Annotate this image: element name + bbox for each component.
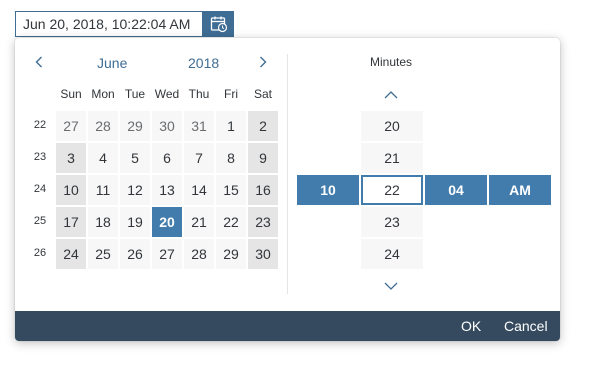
calendar-day[interactable]: 10 bbox=[56, 175, 86, 205]
calendar-day[interactable]: 30 bbox=[248, 239, 278, 269]
minute-option[interactable]: 20 bbox=[361, 111, 423, 141]
calendar-day[interactable]: 21 bbox=[184, 207, 214, 237]
day-name: Fri bbox=[224, 87, 238, 101]
calendar-day[interactable]: 2 bbox=[248, 111, 278, 141]
minutes-label: Minutes bbox=[369, 55, 413, 69]
calendar-day[interactable]: 16 bbox=[248, 175, 278, 205]
minutes-up-button[interactable] bbox=[381, 88, 401, 102]
calendar-day[interactable]: 19 bbox=[120, 207, 150, 237]
calendar-button[interactable] bbox=[203, 11, 234, 37]
calendar-day[interactable]: 29 bbox=[120, 111, 150, 141]
calendar-day[interactable]: 27 bbox=[56, 111, 86, 141]
minute-selected[interactable]: 22 bbox=[361, 175, 423, 205]
calendar-day[interactable]: 23 bbox=[248, 207, 278, 237]
week-number: 23 bbox=[33, 151, 47, 163]
calendar-day[interactable]: 20 bbox=[152, 207, 182, 237]
ampm-value[interactable]: AM bbox=[489, 175, 551, 205]
minute-option[interactable]: 23 bbox=[361, 207, 423, 237]
week-number: 26 bbox=[33, 247, 47, 259]
ok-button[interactable]: OK bbox=[461, 311, 481, 341]
calendar-day[interactable]: 9 bbox=[248, 143, 278, 173]
datetime-field[interactable]: Jun 20, 2018, 10:22:04 AM bbox=[15, 11, 203, 37]
year-button[interactable]: 2018 bbox=[188, 55, 219, 71]
day-name: Sat bbox=[253, 87, 272, 101]
divider bbox=[287, 54, 288, 294]
day-name: Mon bbox=[91, 87, 115, 101]
week-number: 24 bbox=[33, 183, 47, 195]
calendar-day[interactable]: 14 bbox=[184, 175, 214, 205]
calendar-day[interactable]: 24 bbox=[56, 239, 86, 269]
calendar-day[interactable]: 17 bbox=[56, 207, 86, 237]
calendar-day[interactable]: 31 bbox=[184, 111, 214, 141]
popover-footer: OK Cancel bbox=[15, 311, 560, 341]
calendar-day[interactable]: 11 bbox=[88, 175, 118, 205]
calendar-day[interactable]: 3 bbox=[56, 143, 86, 173]
second-value[interactable]: 04 bbox=[425, 175, 487, 205]
calendar-day[interactable]: 28 bbox=[184, 239, 214, 269]
month-button[interactable]: June bbox=[97, 55, 127, 71]
day-name: Tue bbox=[124, 87, 146, 101]
chevron-right-icon bbox=[260, 56, 267, 68]
week-number: 25 bbox=[33, 215, 47, 227]
week-number: 22 bbox=[33, 119, 47, 131]
prev-month-button[interactable] bbox=[31, 54, 47, 70]
chevron-left-icon bbox=[35, 56, 42, 68]
calendar-clock-icon bbox=[210, 16, 227, 33]
minute-option[interactable]: 21 bbox=[361, 143, 423, 173]
calendar-day[interactable]: 28 bbox=[88, 111, 118, 141]
calendar-day[interactable]: 7 bbox=[184, 143, 214, 173]
calendar-day[interactable]: 12 bbox=[120, 175, 150, 205]
calendar-day[interactable]: 30 bbox=[152, 111, 182, 141]
calendar-day[interactable]: 27 bbox=[152, 239, 182, 269]
datetime-input[interactable]: Jun 20, 2018, 10:22:04 AM bbox=[15, 11, 234, 37]
calendar-day[interactable]: 18 bbox=[88, 207, 118, 237]
next-month-button[interactable] bbox=[255, 54, 271, 70]
calendar-day[interactable]: 8 bbox=[216, 143, 246, 173]
minute-option[interactable]: 24 bbox=[361, 239, 423, 269]
calendar-day[interactable]: 5 bbox=[120, 143, 150, 173]
hour-value[interactable]: 10 bbox=[297, 175, 359, 205]
calendar-day[interactable]: 15 bbox=[216, 175, 246, 205]
cancel-button[interactable]: Cancel bbox=[504, 311, 548, 341]
minutes-down-button[interactable] bbox=[381, 279, 401, 293]
calendar-day[interactable]: 4 bbox=[88, 143, 118, 173]
calendar-day[interactable]: 22 bbox=[216, 207, 246, 237]
day-name: Wed bbox=[154, 87, 180, 101]
calendar-day[interactable]: 29 bbox=[216, 239, 246, 269]
chevron-down-icon bbox=[384, 282, 398, 290]
calendar-day[interactable]: 13 bbox=[152, 175, 182, 205]
calendar-day[interactable]: 26 bbox=[120, 239, 150, 269]
calendar-day[interactable]: 25 bbox=[88, 239, 118, 269]
day-name: Thu bbox=[188, 87, 210, 101]
day-name: Sun bbox=[60, 87, 82, 101]
datetime-popover: June 2018 Sun Mon Tue Wed Thu Fri Sat 22… bbox=[15, 38, 560, 341]
calendar-day[interactable]: 6 bbox=[152, 143, 182, 173]
chevron-up-icon bbox=[384, 91, 398, 99]
calendar-day[interactable]: 1 bbox=[216, 111, 246, 141]
